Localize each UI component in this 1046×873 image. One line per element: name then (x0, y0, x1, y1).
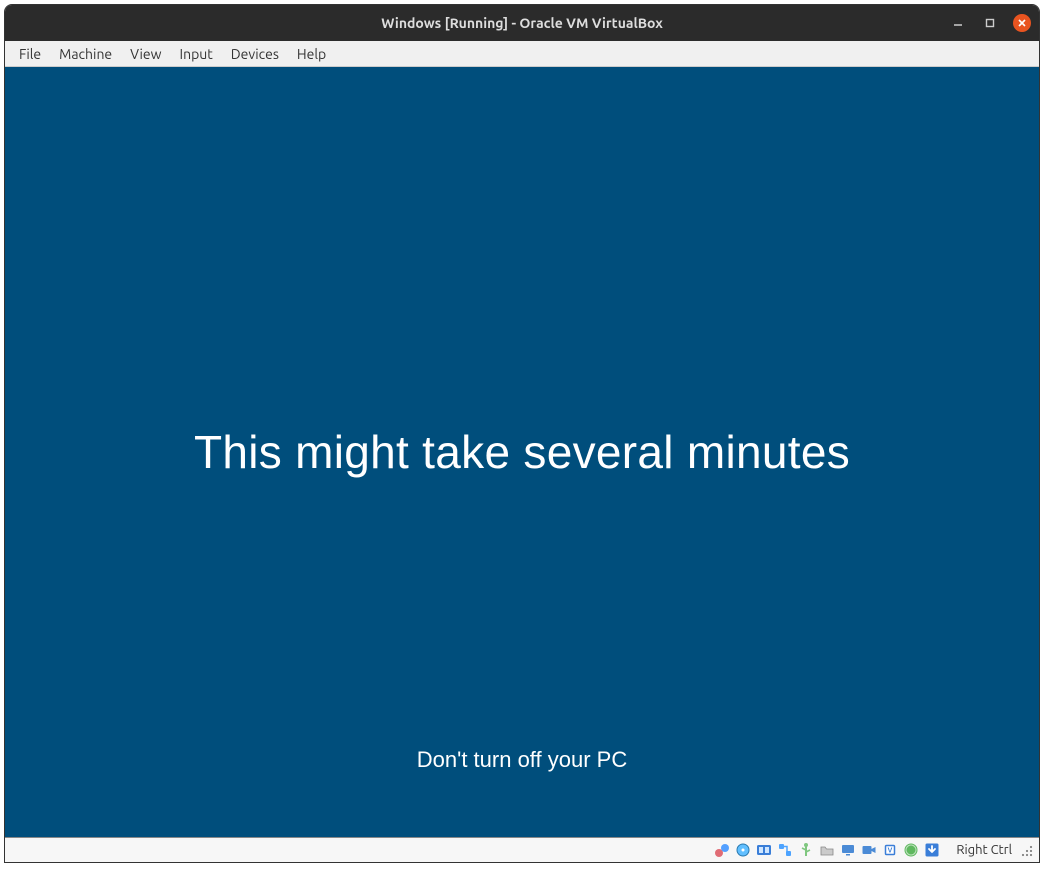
resize-grip-icon[interactable] (1019, 843, 1033, 857)
svg-text:V: V (888, 848, 893, 855)
hostkey-indicator[interactable]: Right Ctrl (950, 843, 1012, 857)
statusbar: V Right Ctrl (5, 838, 1039, 862)
recording-icon[interactable] (860, 841, 878, 859)
virtualbox-window: Windows [Running] - Oracle VM VirtualBox… (4, 4, 1040, 863)
hard-disk-icon[interactable] (713, 841, 731, 859)
menu-machine[interactable]: Machine (51, 44, 120, 64)
window-controls (949, 14, 1031, 32)
menu-help[interactable]: Help (289, 44, 334, 64)
shared-folders-icon[interactable] (818, 841, 836, 859)
display-icon[interactable] (839, 841, 857, 859)
optical-disk-icon[interactable] (734, 841, 752, 859)
audio-icon[interactable] (755, 841, 773, 859)
setup-main-message: This might take several minutes (194, 425, 850, 479)
usb-icon[interactable] (797, 841, 815, 859)
maximize-button[interactable] (981, 14, 999, 32)
window-title: Windows [Running] - Oracle VM VirtualBox (381, 15, 663, 31)
titlebar: Windows [Running] - Oracle VM VirtualBox (5, 5, 1039, 41)
close-button[interactable] (1013, 14, 1031, 32)
menu-file[interactable]: File (11, 44, 49, 64)
menu-devices[interactable]: Devices (223, 44, 287, 64)
cpu-icon[interactable]: V (881, 841, 899, 859)
menubar: File Machine View Input Devices Help (5, 41, 1039, 67)
network-icon[interactable] (776, 841, 794, 859)
keyboard-capture-icon[interactable] (923, 841, 941, 859)
menu-view[interactable]: View (122, 44, 169, 64)
mouse-integration-icon[interactable] (902, 841, 920, 859)
setup-sub-message: Don't turn off your PC (417, 747, 627, 773)
vm-guest-screen[interactable]: This might take several minutes Don't tu… (5, 67, 1039, 838)
menu-input[interactable]: Input (172, 44, 221, 64)
minimize-button[interactable] (949, 14, 967, 32)
